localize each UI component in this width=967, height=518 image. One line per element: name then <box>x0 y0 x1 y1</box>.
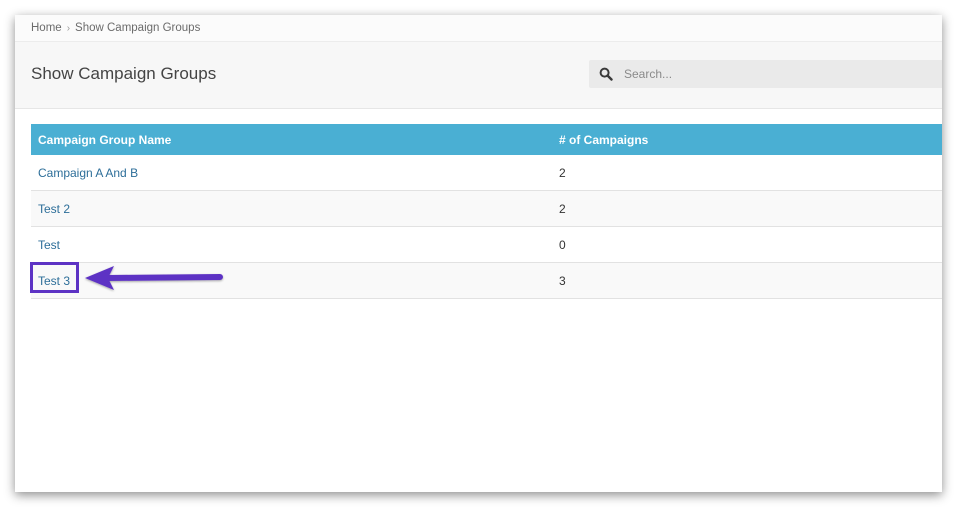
breadcrumb: Home › Show Campaign Groups <box>15 15 942 42</box>
search-box[interactable] <box>589 60 942 88</box>
campaign-count-cell: 3 <box>552 262 942 299</box>
group-name-link[interactable]: Test 2 <box>38 202 70 216</box>
breadcrumb-separator: › <box>66 22 71 34</box>
page-header: Show Campaign Groups <box>15 42 942 109</box>
page-title: Show Campaign Groups <box>31 64 217 83</box>
search-input[interactable] <box>622 66 926 82</box>
campaign-count-cell: 2 <box>552 190 942 227</box>
group-name-link[interactable]: Test <box>38 238 60 252</box>
table-row: Test 0 <box>31 226 942 263</box>
table-header-row: Campaign Group Name # of Campaigns <box>31 124 942 155</box>
search-icon <box>599 67 613 81</box>
table-row: Campaign A And B 2 <box>31 155 942 191</box>
group-name-cell: Test 2 <box>31 190 552 227</box>
group-name-cell: Test <box>31 226 552 263</box>
annotation-highlight-box <box>30 262 79 293</box>
column-header-campaign-count[interactable]: # of Campaigns <box>552 124 942 155</box>
campaign-count-cell: 2 <box>552 155 942 191</box>
table-row: Test 2 2 <box>31 190 942 227</box>
app-window: Home › Show Campaign Groups Show Campaig… <box>15 15 942 492</box>
column-header-group-name[interactable]: Campaign Group Name <box>31 124 552 155</box>
group-name-link[interactable]: Campaign A And B <box>38 166 138 180</box>
group-name-cell: Campaign A And B <box>31 155 552 191</box>
annotation-arrow-icon <box>85 266 223 290</box>
breadcrumb-current: Show Campaign Groups <box>75 22 201 34</box>
breadcrumb-home[interactable]: Home <box>31 22 62 34</box>
campaign-count-cell: 0 <box>552 226 942 263</box>
